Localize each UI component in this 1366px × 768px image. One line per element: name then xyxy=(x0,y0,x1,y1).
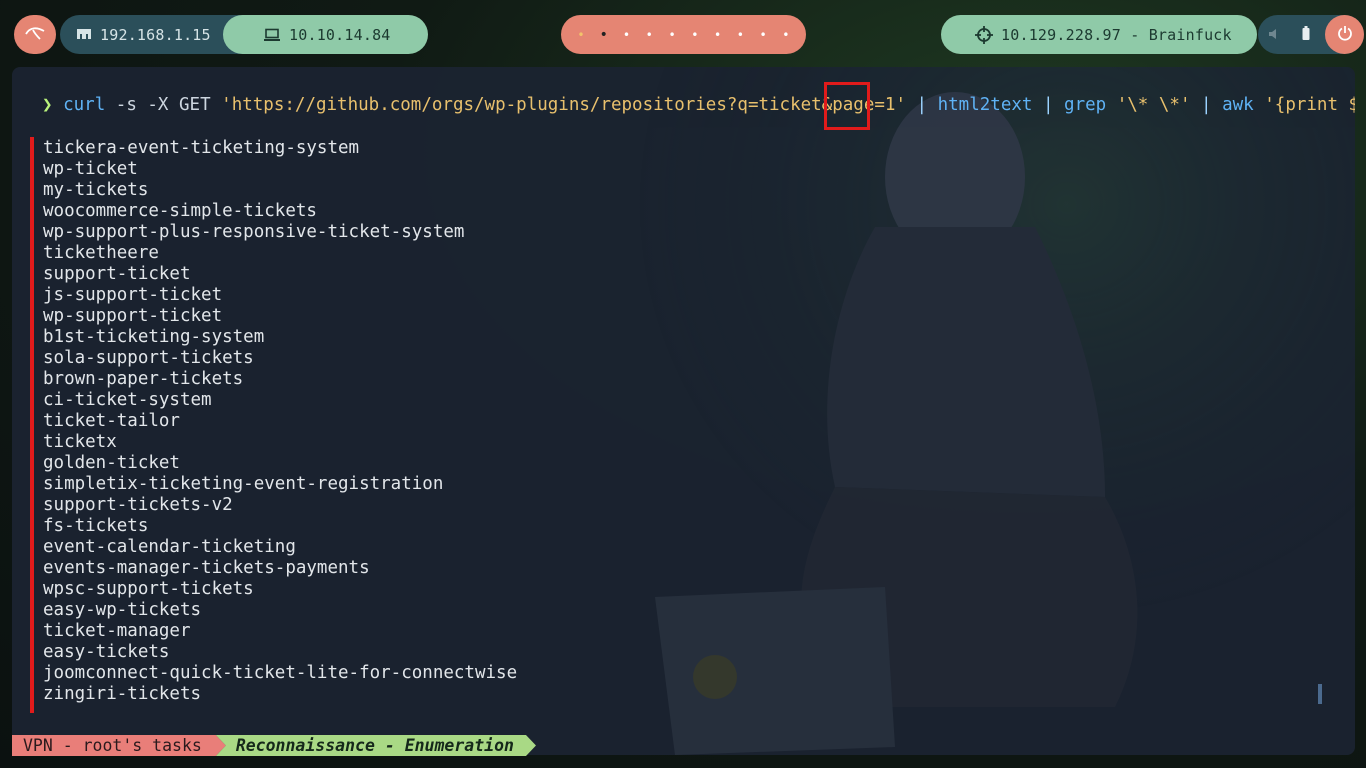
target-text: 10.129.228.97 - Brainfuck xyxy=(1001,25,1232,44)
output-line: ticketx xyxy=(43,432,117,452)
output-line: event-calendar-ticketing xyxy=(43,537,296,557)
workspace-7[interactable]: • xyxy=(708,28,728,42)
output-line: js-support-ticket xyxy=(43,285,223,305)
laptop-icon xyxy=(263,28,281,42)
workspace-9[interactable]: • xyxy=(753,28,773,42)
cmd-curl: curl xyxy=(63,95,106,115)
output-line: easy-wp-tickets xyxy=(43,600,202,620)
wallpaper-figure-image xyxy=(635,67,1355,755)
workspace-2[interactable]: • xyxy=(594,27,614,43)
output-line: b1st-ticketing-system xyxy=(43,327,265,347)
output-line: my-tickets xyxy=(43,180,149,200)
output-marker-bar xyxy=(30,137,34,713)
pipe-1: | xyxy=(906,95,938,115)
output-line: fs-tickets xyxy=(43,516,149,536)
output-line: easy-tickets xyxy=(43,642,170,662)
local-ip-text: 192.168.1.15 xyxy=(100,25,211,44)
power-button[interactable] xyxy=(1325,15,1364,54)
output-line: support-tickets-v2 xyxy=(43,495,233,515)
output-line: wp-support-ticket xyxy=(43,306,223,326)
menu-button[interactable] xyxy=(14,15,56,54)
output-line: simpletix-ticketing-event-registration xyxy=(43,474,444,494)
volume-icon[interactable] xyxy=(1268,26,1282,44)
output-line: wp-support-plus-responsive-ticket-system xyxy=(43,222,465,242)
cmd-grep-args: '\* \*' xyxy=(1106,95,1191,115)
output-line: sola-support-tickets xyxy=(43,348,254,368)
output-line: woocommerce-simple-tickets xyxy=(43,201,317,221)
output-line: ticketheere xyxy=(43,243,159,263)
workspace-1[interactable]: • xyxy=(571,28,591,42)
workspace-6[interactable]: • xyxy=(685,28,705,42)
command-line[interactable]: ❯ curl -s -X GET 'https://github.com/org… xyxy=(42,95,1355,115)
output-line: brown-paper-tickets xyxy=(43,369,244,389)
cmd-awk-args: '{print $3}' xyxy=(1264,95,1355,115)
output-line: events-manager-tickets-payments xyxy=(43,558,370,578)
prompt-symbol: ❯ xyxy=(42,95,53,115)
cmd-grep: grep xyxy=(1064,95,1107,115)
workspace-switcher[interactable]: • • • • • • • • • • xyxy=(561,15,806,54)
workspace-3[interactable]: • xyxy=(617,28,637,42)
pipe-2: | xyxy=(1032,95,1065,115)
cmd-awk: awk xyxy=(1222,95,1254,115)
output-line: joomconnect-quick-ticket-lite-for-connec… xyxy=(43,663,518,683)
page-param-highlight xyxy=(824,82,870,130)
output-line: tickera-event-ticketing-system xyxy=(43,138,360,158)
terminal-window[interactable]: ❯ curl -s -X GET 'https://github.com/org… xyxy=(12,67,1355,755)
output-line: support-ticket xyxy=(43,264,191,284)
target-widget[interactable]: 10.129.228.97 - Brainfuck xyxy=(941,15,1257,54)
window-name[interactable]: Reconnaissance - Enumeration xyxy=(216,735,536,756)
scroll-indicator[interactable] xyxy=(1318,684,1322,704)
workspace-10[interactable]: • xyxy=(776,28,796,42)
output-line: wp-ticket xyxy=(43,159,138,179)
session-name[interactable]: VPN - root's tasks xyxy=(12,735,226,756)
power-icon xyxy=(1337,25,1353,45)
battery-icon[interactable] xyxy=(1302,25,1310,44)
tmux-status-bar: VPN - root's tasks Reconnaissance - Enum… xyxy=(12,735,536,756)
workspace-5[interactable]: • xyxy=(662,28,682,42)
ethernet-icon xyxy=(76,28,92,42)
cmd-url: 'https://github.com/orgs/wp-plugins/repo… xyxy=(221,95,906,115)
output-line: ticket-tailor xyxy=(43,411,180,431)
output-line: ci-ticket-system xyxy=(43,390,212,410)
output-line: zingiri-tickets xyxy=(43,684,202,704)
workspace-8[interactable]: • xyxy=(730,28,750,42)
output-line: wpsc-support-tickets xyxy=(43,579,254,599)
output-line: ticket-manager xyxy=(43,621,191,641)
vpn-ip-widget[interactable]: 10.10.14.84 xyxy=(223,15,428,54)
output-list: tickera-event-ticketing-system wp-ticket… xyxy=(43,138,517,705)
workspace-4[interactable]: • xyxy=(639,28,659,42)
cmd-curl-args: -s -X GET xyxy=(105,95,222,115)
vpn-ip-text: 10.10.14.84 xyxy=(289,25,391,44)
cmd-html2text: html2text xyxy=(937,95,1033,115)
crosshair-icon xyxy=(975,25,993,44)
kali-dragon-icon xyxy=(25,25,45,45)
output-line: golden-ticket xyxy=(43,453,180,473)
pipe-3: | xyxy=(1190,95,1223,115)
